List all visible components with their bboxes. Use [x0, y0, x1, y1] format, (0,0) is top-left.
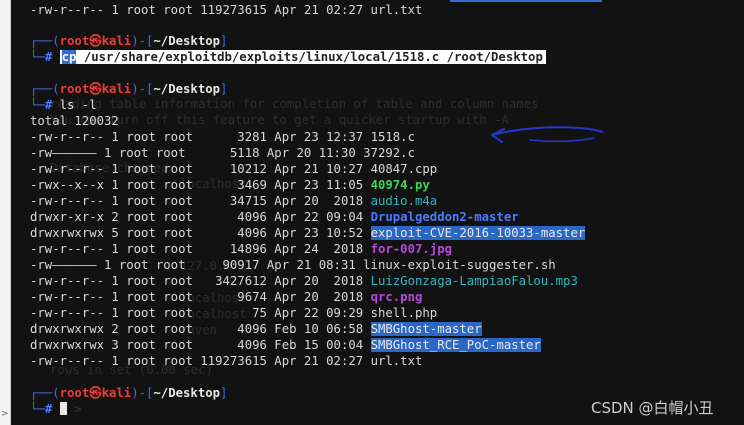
file-meta: -rw-r--r-- 1 root root 119273615 Apr 21 …: [30, 354, 371, 368]
command-args: /usr/share/exploitdb/exploits/linux/loca…: [76, 50, 543, 64]
ls-total: total 120032: [30, 114, 119, 128]
file-name: shell.php: [370, 306, 438, 320]
prompt-corner: └─: [30, 402, 45, 416]
prompt-host: kali: [101, 386, 132, 400]
file-name: 1518.c: [370, 130, 415, 144]
command-line[interactable]: └─# cp /usr/share/exploitdb/exploits/lin…: [30, 49, 546, 65]
vertical-scrollbar[interactable]: >: [0, 0, 11, 425]
file-row: -rw-r--r-- 1 root root 75 Apr 22 09:29 s…: [30, 305, 437, 321]
file-row: -rw-r--r-- 1 root root 9674 Apr 20 2018 …: [30, 289, 422, 305]
scroll-right-arrow-icon[interactable]: >: [1, 409, 9, 419]
file-meta: drwxrwxrwx 5 root root 4096 Apr 23 10:52: [30, 226, 371, 240]
prompt-corner: └─: [30, 98, 45, 112]
file-meta: drwxrwxrwx 3 root root 4096 Feb 15 00:04: [30, 338, 371, 352]
text-cursor: [59, 402, 67, 415]
file-row: -rw-r--r-- 1 root root 3281 Apr 23 12:37…: [30, 129, 415, 145]
prompt-hash: #: [44, 50, 53, 64]
input-hint: >: [66, 402, 89, 416]
prompt-corner: └─: [30, 50, 45, 64]
ghost-line: You can turn off this feature to get a q…: [50, 113, 510, 127]
terminal-output[interactable]: -rw-r--r-- 1 root root 119273615 Apr 21 …: [30, 0, 744, 425]
file-meta: -rw-r--r-- 1 root root 3427612 Apr 20 20…: [30, 274, 371, 288]
prompt-user: root: [59, 82, 90, 96]
file-meta: -rw-r--r-- 1 root root 14896 Apr 24 2018: [30, 242, 371, 256]
file-name: 37292.c: [363, 146, 415, 160]
file-row: -rw-r--r-- 1 root root 3427612 Apr 20 20…: [30, 273, 578, 289]
prompt-path: ~/Desktop: [153, 34, 221, 48]
kali-skull-icon: ㉿: [89, 386, 102, 400]
file-row: drwxrwxrwx 2 root root 4096 Feb 10 06:58…: [30, 321, 482, 337]
file-row: -rw-r--r-- 1 root root 34715 Apr 20 2018…: [30, 193, 437, 209]
file-meta: -rw-r--r-- 1 root root 34715 Apr 20 2018: [30, 194, 371, 208]
prompt-bracket: )-[: [131, 386, 154, 400]
prompt-bracket: ]: [220, 34, 228, 48]
prompt-host: kali: [101, 34, 132, 48]
file-name: LuizGonzaga-LampiaoFalou.mp3: [370, 274, 578, 288]
prompt-hash: #: [44, 402, 53, 416]
prompt-bracket: ]: [220, 82, 228, 96]
kali-skull-icon: ㉿: [89, 82, 102, 96]
file-meta: -rwx--x--x 1 root root 3469 Apr 23 11:05: [30, 178, 371, 192]
file-meta: drwxr-xr-x 2 root root 4096 Apr 22 09:04: [30, 210, 371, 224]
file-name: exploit-CVE-2016-10033-master: [370, 226, 586, 240]
file-name: SMBGhost-master: [370, 322, 482, 336]
prompt-user: root: [59, 34, 90, 48]
file-name: url.txt: [370, 354, 423, 368]
file-name: SMBGhost_RCE_PoC-master: [370, 338, 541, 352]
file-meta: -rw-r--r-- 1 root root 10212 Apr 21 10:2…: [30, 162, 371, 176]
file-name: 40847.cpp: [370, 162, 438, 176]
prompt-path: ~/Desktop: [153, 82, 221, 96]
file-meta: -rw—————— 1 root root 5118 Apr 20 11:30: [30, 146, 364, 160]
kali-skull-icon: ㉿: [89, 34, 102, 48]
file-row: drwxrwxrwx 3 root root 4096 Feb 15 00:04…: [30, 337, 541, 353]
selected-command[interactable]: cp /usr/share/exploitdb/exploits/linux/l…: [59, 50, 546, 64]
file-meta: -rw-r--r-- 1 root root 3281 Apr 23 12:37: [30, 130, 371, 144]
prompt-path: ~/Desktop: [153, 386, 221, 400]
file-meta: -rw-r--r-- 1 root root 75 Apr 22 09:29: [30, 306, 371, 320]
file-row: drwxr-xr-x 2 root root 4096 Apr 22 09:04…: [30, 209, 519, 225]
top-line: -rw-r--r-- 1 root root 119273615 Apr 21 …: [30, 3, 423, 17]
file-name: 40974.py: [370, 178, 430, 192]
prompt-bracket: ]: [220, 386, 228, 400]
prompt-bracket: )-[: [131, 34, 154, 48]
prompt-host: kali: [101, 82, 132, 96]
command-text: ls -l: [52, 98, 97, 112]
file-row: -rwx--x--x 1 root root 3469 Apr 23 11:05…: [30, 177, 430, 193]
file-name: audio.m4a: [370, 194, 438, 208]
prompt-header: ┌──(root㉿kali)-[~/Desktop]: [30, 81, 227, 97]
command-line: └─# ls -l: [30, 97, 97, 113]
command-input-line[interactable]: └─# >: [30, 401, 89, 417]
command-verb: cp: [61, 50, 77, 64]
prompt-user: root: [59, 386, 90, 400]
prompt-bracket: ┌──(: [30, 82, 60, 96]
file-row: -rw—————— 1 root root 90917 Apr 21 08:31…: [30, 257, 556, 273]
file-meta: -rw—————— 1 root root 90917 Apr 21 08:31: [30, 258, 364, 272]
file-name: Drupalgeddon2-master: [370, 210, 519, 224]
file-name: linux-exploit-suggester.sh: [363, 258, 556, 272]
prompt-header: ┌──(root㉿kali)-[~/Desktop]: [30, 385, 227, 401]
file-meta: drwxrwxrwx 2 root root 4096 Feb 10 06:58: [30, 322, 371, 336]
file-meta: -rw-r--r-- 1 root root 9674 Apr 20 2018: [30, 290, 371, 304]
ghost-line: reading table information for completion…: [50, 97, 539, 111]
top-selection-highlight: [450, 0, 602, 2]
prompt-bracket: ┌──(: [30, 34, 60, 48]
file-name: for-007.jpg: [370, 242, 452, 256]
file-row: -rw-r--r-- 1 root root 14896 Apr 24 2018…: [30, 241, 452, 257]
file-row: drwxrwxrwx 5 root root 4096 Apr 23 10:52…: [30, 225, 586, 241]
annotation-arrow-icon: [491, 126, 603, 143]
watermark: CSDN @白帽小丑: [591, 399, 714, 417]
file-row: -rw—————— 1 root root 5118 Apr 20 11:30 …: [30, 145, 415, 161]
file-name: qrc.png: [370, 290, 423, 304]
prompt-bracket: ┌──(: [30, 386, 60, 400]
prompt-bracket: )-[: [131, 82, 154, 96]
file-row: -rw-r--r-- 1 root root 10212 Apr 21 10:2…: [30, 161, 437, 177]
file-row: -rw-r--r-- 1 root root 119273615 Apr 21 …: [30, 353, 422, 369]
prompt-header: ┌──(root㉿kali)-[~/Desktop]: [30, 33, 227, 49]
